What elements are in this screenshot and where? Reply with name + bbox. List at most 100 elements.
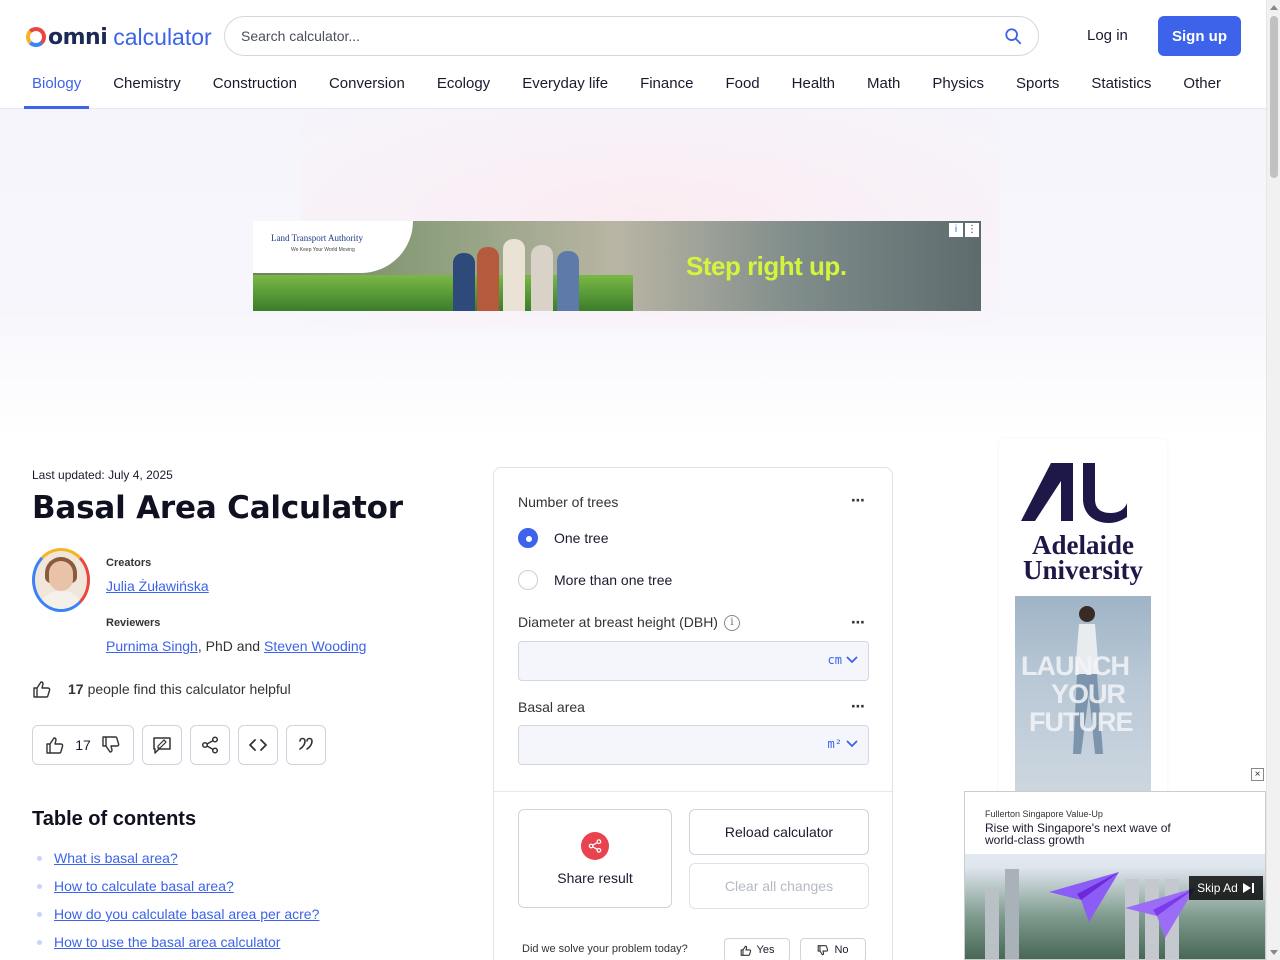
radio-more-trees-label: More than one tree [554,572,673,588]
radio-button-selected[interactable] [518,528,538,548]
thumbs-up-icon[interactable] [45,736,65,754]
radio-one-tree-label: One tree [554,530,609,546]
creator-link[interactable]: Julia Żuławińska [106,578,209,594]
quote-icon [299,737,313,750]
nav-item-sports[interactable]: Sports [1008,60,1067,109]
embed-button[interactable] [238,725,278,765]
skyline-building [985,889,999,959]
yes-button[interactable]: Yes [724,938,790,960]
reload-calculator-button[interactable]: Reload calculator [689,809,869,855]
nav-item-chemistry[interactable]: Chemistry [105,60,189,109]
scroll-down-arrow-icon[interactable] [1270,950,1278,955]
ad-info-icon[interactable]: i [949,223,963,237]
thumbs-down-icon[interactable] [101,736,121,754]
toc-link-per-acre[interactable]: How do you calculate basal area per acre… [54,906,319,922]
share-icon [201,736,219,754]
search-icon[interactable] [1004,27,1022,45]
nav-item-physics[interactable]: Physics [924,60,992,109]
login-link[interactable]: Log in [1087,27,1128,44]
creators-label: Creators [106,557,152,569]
last-updated-date: July 4, 2025 [108,468,173,482]
toc-item: How to use the basal area calculator [32,934,319,950]
info-icon[interactable]: i [723,615,740,632]
banner-ad[interactable]: Land Transport Authority We Keep Your Wo… [253,221,981,311]
divider [494,791,892,792]
ad-runner-photo: LAUNCH YOUR FUTURE [1015,596,1151,799]
no-label: No [834,944,849,956]
signup-button[interactable]: Sign up [1158,16,1241,56]
omni-logo[interactable]: omni calculator [26,24,212,50]
more-options-icon[interactable]: ⋯ [851,698,866,715]
nav-item-math[interactable]: Math [859,60,908,109]
site-header: omni calculator Log in Sign up Biology C… [0,0,1266,109]
radio-one-tree[interactable]: One tree [518,528,608,548]
more-options-icon[interactable]: ⋯ [851,614,866,631]
last-updated: Last updated: July 4, 2025 [32,468,173,482]
scrollbar-thumb[interactable] [1270,16,1278,178]
share-icon [581,831,609,860]
nav-item-conversion[interactable]: Conversion [321,60,413,109]
creator-avatar[interactable] [32,548,90,612]
video-ad-close-icon[interactable]: × [1251,768,1264,781]
ad-kebab-icon[interactable]: ⋮ [965,223,979,237]
search-bar[interactable] [224,16,1039,56]
scroll-up-arrow-icon[interactable] [1270,5,1278,10]
vote-count: 17 [75,737,91,753]
action-toolbar: 17 [32,725,334,765]
nav-item-finance[interactable]: Finance [632,60,701,109]
toc-title: Table of contents [32,808,197,830]
skip-ad-button[interactable]: Skip Ad [1189,876,1263,900]
ad-university-name-2: University [1023,555,1143,585]
search-input[interactable] [241,28,981,44]
video-ad[interactable]: Fullerton Singapore Value-Up Rise with S… [964,791,1266,960]
adelaide-logo-icon [1021,463,1127,523]
no-button[interactable]: No [800,938,866,960]
more-options-icon[interactable]: ⋯ [851,492,866,509]
reviewer-link-2[interactable]: Steven Wooding [264,638,366,654]
toc-link-what-is-basal-area[interactable]: What is basal area? [54,850,178,866]
clear-changes-button[interactable]: Clear all changes [689,863,869,909]
skip-icon [1242,883,1254,893]
toc-link-how-to-calculate[interactable]: How to calculate basal area? [54,878,234,894]
ad-slogan-2: YOUR [1051,679,1126,709]
radio-more-than-one-tree[interactable]: More than one tree [518,570,672,590]
table-of-contents: What is basal area? How to calculate bas… [32,850,319,960]
logo-wordmark: omni [26,24,108,50]
share-button[interactable] [190,725,230,765]
feedback-button[interactable] [142,725,182,765]
nav-item-statistics[interactable]: Statistics [1083,60,1159,109]
dbh-unit-select[interactable]: cm [828,653,858,667]
code-icon [249,739,267,751]
nav-item-health[interactable]: Health [784,60,843,109]
toc-item: What is basal area? [32,850,319,866]
basal-area-input[interactable]: m² [518,725,869,765]
last-updated-label: Last updated: [32,468,105,482]
nav-item-biology[interactable]: Biology [24,60,90,109]
page-scrollbar[interactable] [1266,0,1280,960]
paper-plane-icon [1049,872,1119,922]
helpful-summary: 17 people find this calculator helpful [32,680,291,698]
nav-item-ecology[interactable]: Ecology [429,60,498,109]
logo-omni-text: omni [48,24,108,50]
cite-button[interactable] [286,725,326,765]
share-result-button[interactable]: Share result [518,809,672,908]
ad-brand-text: Land Transport Authority [271,233,364,243]
reviewer-separator: , PhD and [197,638,264,654]
nav-item-construction[interactable]: Construction [205,60,305,109]
dbh-label-text: Diameter at breast height (DBH) [518,614,718,630]
nav-item-everyday-life[interactable]: Everyday life [514,60,616,109]
video-ad-brand: Fullerton Singapore Value-Up [985,809,1103,819]
logo-calculator-text: calculator [113,23,212,50]
skyscraper-ad[interactable]: Adelaide University LAUNCH YOUR FUTURE [999,439,1167,799]
nav-item-other[interactable]: Other [1175,60,1229,109]
calculator-card: Number of trees ⋯ One tree More than one… [493,467,893,960]
toc-link-how-to-use[interactable]: How to use the basal area calculator [54,934,280,950]
helpful-text: people find this calculator helpful [87,681,291,697]
video-ad-headline: Rise with Singapore's next wave of world… [985,821,1171,847]
reviewer-link-1[interactable]: Purnima Singh [106,638,198,654]
dbh-input[interactable]: cm [518,641,869,681]
vote-button-group: 17 [32,725,134,765]
basal-area-unit-select[interactable]: m² [828,737,858,751]
radio-button[interactable] [518,570,538,590]
nav-item-food[interactable]: Food [717,60,767,109]
